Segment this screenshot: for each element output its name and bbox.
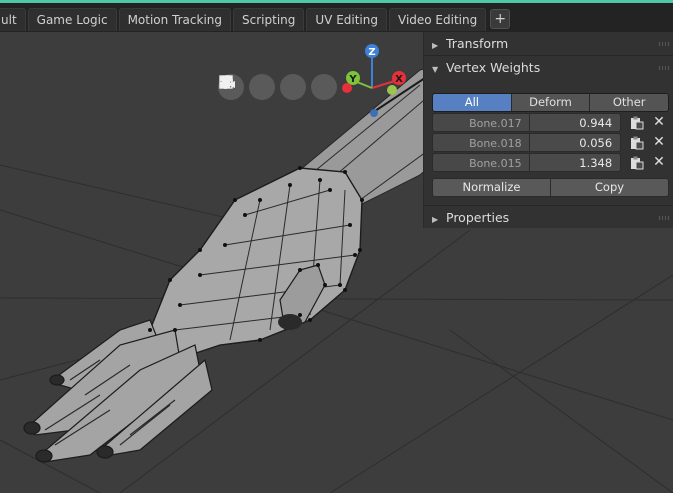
copy-button[interactable]: Copy: [551, 178, 669, 197]
gizmo-x-label: X: [395, 74, 403, 85]
drag-grip-icon[interactable]: [658, 216, 670, 220]
vertex-group-filter: All Deform Other: [432, 93, 669, 112]
add-workspace-button[interactable]: +: [490, 9, 511, 29]
tab-default[interactable]: ult: [0, 8, 26, 31]
collapsed-triangle-icon: ▶: [432, 215, 439, 224]
transform-panel-header[interactable]: ▶ Transform: [424, 32, 673, 55]
vertex-weights-header-label: Vertex Weights: [446, 60, 541, 75]
weight-row: Bone.015 1.348 ✕: [432, 153, 669, 172]
weight-row: Bone.017 0.944 ✕: [432, 113, 669, 132]
camera-icon[interactable]: [220, 74, 275, 100]
hand-icon[interactable]: [220, 74, 306, 100]
weight-value-field[interactable]: 0.056: [529, 133, 622, 152]
tab-uv-editing[interactable]: UV Editing: [306, 8, 387, 31]
vertex-weights-panel-header[interactable]: ▼ Vertex Weights: [424, 56, 673, 79]
paste-weight-icon[interactable]: [627, 113, 647, 132]
workspace-tab-bar: ult Game Logic Motion Tracking Scripting…: [0, 0, 673, 34]
weight-actions: Normalize Copy: [432, 178, 669, 197]
hand-mesh: [149, 167, 363, 361]
filter-other-button[interactable]: Other: [590, 94, 668, 111]
properties-panel-header[interactable]: ▶ Properties: [424, 206, 673, 229]
filter-deform-button[interactable]: Deform: [511, 94, 591, 111]
sidebar-panel: ▶ Transform ▼ Vertex Weights All Deform Ot…: [423, 32, 673, 228]
transform-header-label: Transform: [446, 36, 509, 51]
filter-all-button[interactable]: All: [433, 94, 512, 111]
collapsed-triangle-icon: ▶: [432, 41, 439, 50]
delete-weight-icon[interactable]: ✕: [649, 133, 669, 152]
workspace-tabs: ult Game Logic Motion Tracking Scripting…: [0, 8, 511, 32]
paste-weight-icon[interactable]: [627, 133, 647, 152]
tab-game-logic[interactable]: Game Logic: [27, 8, 117, 31]
viewport-nav-buttons: [218, 74, 337, 100]
drag-grip-icon[interactable]: [658, 66, 670, 70]
normalize-button[interactable]: Normalize: [432, 178, 551, 197]
gizmo-z-label: Z: [368, 47, 375, 58]
vertex-group-name[interactable]: Bone.017: [432, 113, 530, 132]
tab-video-editing[interactable]: Video Editing: [389, 8, 487, 31]
properties-section: ▶ Properties: [424, 205, 673, 229]
vertex-group-name[interactable]: Bone.018: [432, 133, 530, 152]
delete-weight-icon[interactable]: ✕: [649, 153, 669, 172]
expanded-triangle-icon: ▼: [432, 65, 439, 74]
vertex-group-name[interactable]: Bone.015: [432, 153, 530, 172]
gizmo-y-label: Y: [348, 74, 357, 85]
properties-header-label: Properties: [446, 210, 510, 225]
tab-motion-tracking[interactable]: Motion Tracking: [118, 8, 232, 31]
accent-line: [0, 0, 673, 3]
paste-weight-icon[interactable]: [627, 153, 647, 172]
drag-grip-icon[interactable]: [658, 42, 670, 46]
bone-head: [370, 109, 378, 117]
orientation-gizmo[interactable]: Z X Y: [338, 40, 418, 110]
weight-value-field[interactable]: 1.348: [529, 153, 622, 172]
tab-scripting[interactable]: Scripting: [233, 8, 305, 31]
weight-row: Bone.018 0.056 ✕: [432, 133, 669, 152]
weight-value-field[interactable]: 0.944: [529, 113, 622, 132]
delete-weight-icon[interactable]: ✕: [649, 113, 669, 132]
zoom-icon[interactable]: [219, 74, 337, 100]
